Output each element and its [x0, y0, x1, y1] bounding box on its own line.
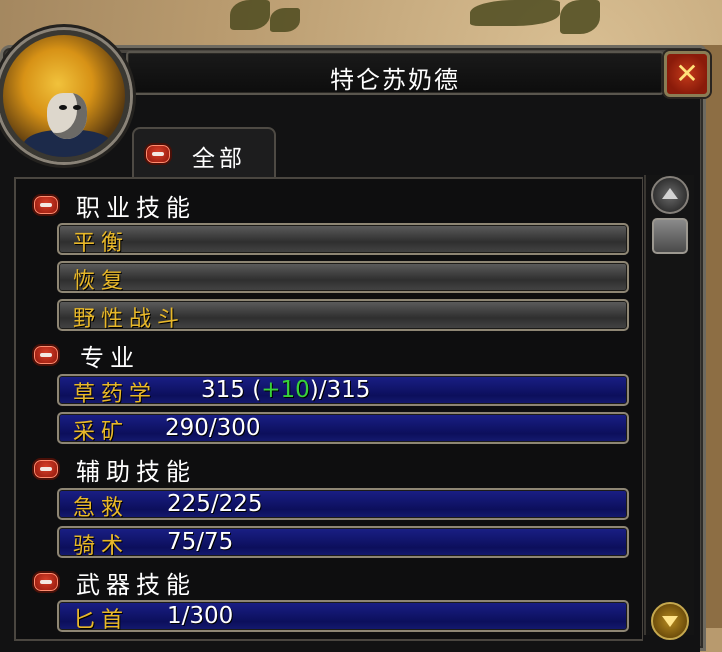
scrollbar-thumb[interactable]: [652, 218, 688, 254]
skill-value: 290/300: [165, 415, 261, 441]
skill-bonus: +10: [261, 377, 310, 403]
skill-name: 急救: [73, 496, 130, 521]
skill-value-prefix: 315 (: [201, 377, 262, 403]
portrait-eye: [59, 105, 67, 110]
window-title: 特仑苏奶德: [330, 66, 460, 94]
category-name: 武器技能: [76, 571, 196, 599]
skill-row[interactable]: 匕首 1/300: [57, 600, 629, 633]
skill-name: 匕首: [73, 608, 130, 633]
skill-row[interactable]: 恢复: [57, 261, 629, 294]
scroll-down-icon[interactable]: [651, 602, 689, 640]
category-name: 职业技能: [76, 194, 196, 222]
category-secondary-skills[interactable]: 辅助技能: [18, 450, 578, 486]
category-class-skills[interactable]: 职业技能: [18, 186, 578, 222]
tab-all-label: 全部: [192, 146, 246, 172]
skill-name: 野性战斗: [73, 307, 186, 332]
tab-all[interactable]: 全部: [132, 127, 276, 181]
skill-row[interactable]: 骑术 75/75: [57, 526, 629, 559]
skill-row[interactable]: 采矿 290/300: [57, 412, 629, 445]
collapse-icon[interactable]: [32, 344, 60, 366]
skill-row[interactable]: 草药学 315 (+10)/315: [57, 374, 629, 407]
portrait-eye: [73, 105, 81, 110]
collapse-icon[interactable]: [32, 571, 60, 593]
portrait-face: [47, 93, 87, 139]
close-button[interactable]: ✕: [664, 51, 710, 97]
character-portrait: [0, 30, 130, 162]
category-name: 专业: [80, 344, 140, 372]
category-name: 辅助技能: [76, 458, 196, 486]
skill-row[interactable]: 急救 225/225: [57, 488, 629, 521]
skill-name: 采矿: [73, 420, 130, 445]
skill-row[interactable]: 平衡: [57, 223, 629, 256]
collapse-icon[interactable]: [32, 458, 60, 480]
skill-row[interactable]: 野性战斗: [57, 299, 629, 332]
category-professions[interactable]: 专业: [18, 336, 578, 372]
skill-value-suffix: )/315: [309, 377, 371, 403]
skill-name: 恢复: [73, 269, 130, 294]
collapse-icon[interactable]: [32, 194, 60, 216]
skill-value: 75/75: [167, 529, 234, 555]
skill-value: 1/300: [167, 603, 234, 629]
skill-value: 315 (+10)/315: [201, 377, 370, 403]
skill-name: 平衡: [73, 231, 130, 256]
category-weapon-skills[interactable]: 武器技能: [18, 563, 578, 599]
skill-name: 骑术: [73, 534, 130, 559]
collapse-all-icon[interactable]: [144, 143, 172, 165]
scroll-up-icon[interactable]: [651, 176, 689, 214]
skill-value: 225/225: [167, 491, 263, 517]
title-bar[interactable]: 特仑苏奶德: [126, 51, 664, 95]
skill-name: 草药学: [73, 382, 158, 407]
